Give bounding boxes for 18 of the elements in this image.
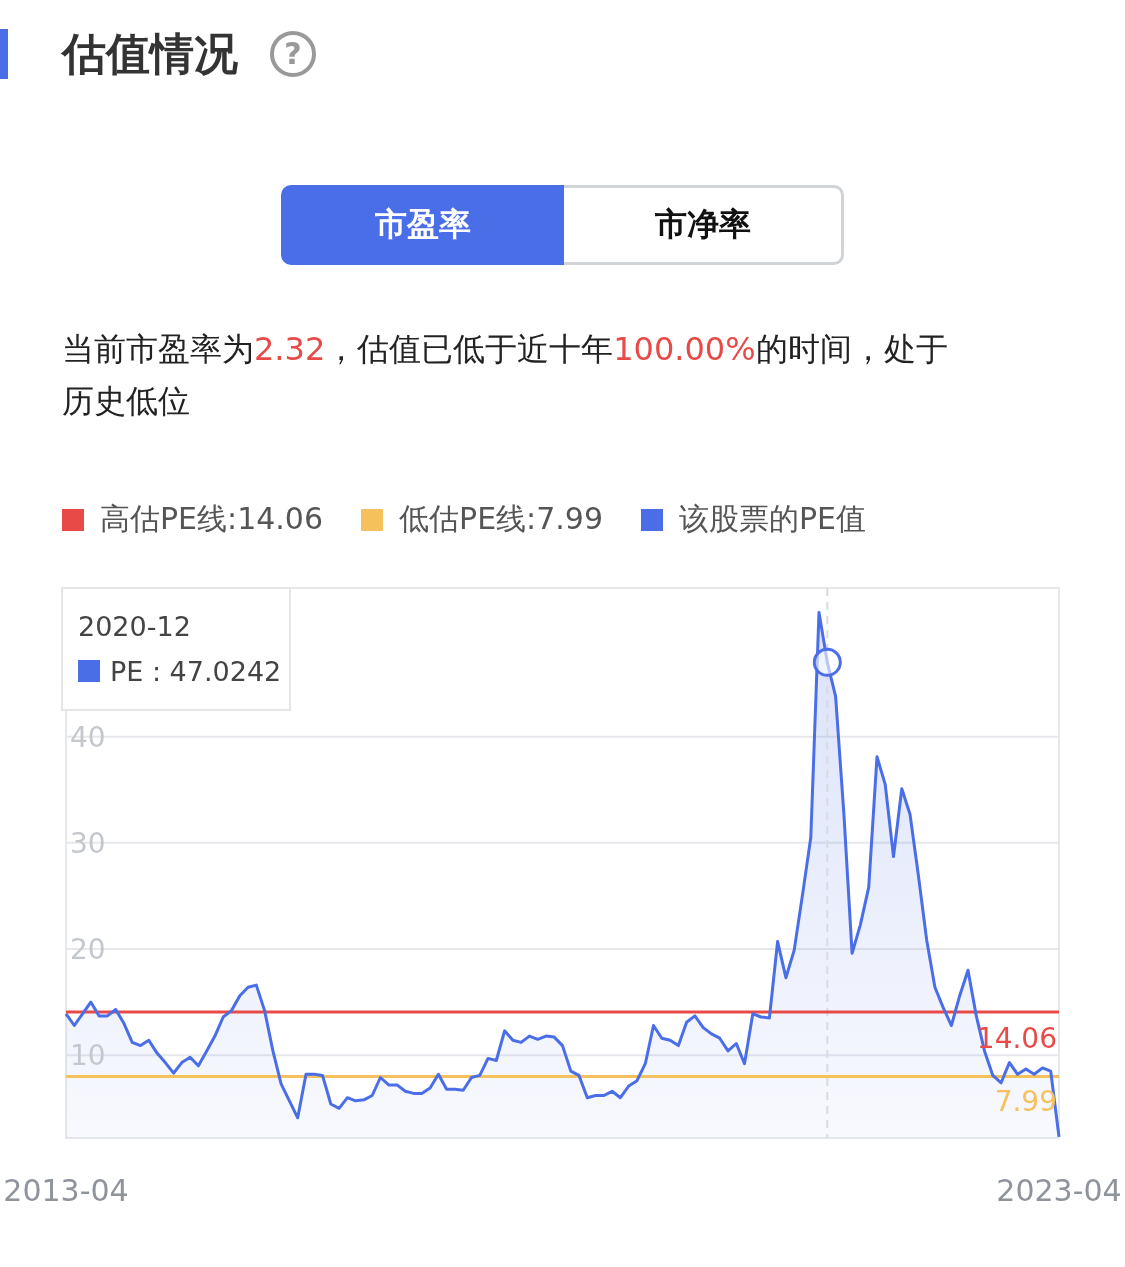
y-axis-label: 40	[70, 720, 106, 754]
legend-label: 该股票的PE值	[679, 500, 867, 538]
accent-bar	[0, 29, 8, 79]
help-button[interactable]: ?	[270, 31, 316, 77]
tab[interactable]: 市盈率	[281, 185, 564, 265]
section-title: 估值情况	[62, 26, 238, 81]
tab[interactable]: 市净率	[564, 185, 844, 265]
data-point-marker	[812, 647, 842, 677]
valuation-summary: 当前市盈率为2.32，估值已低于近十年100.00%的时间，处于历史低位	[62, 329, 949, 422]
x-axis-label: 2023-04	[996, 1173, 1122, 1208]
y-axis-label: 20	[70, 933, 106, 966]
tooltip-value: PE : 47.0242	[110, 656, 282, 687]
x-axis-label: 2013-04	[3, 1173, 129, 1208]
tooltip-date: 2020-12	[78, 611, 191, 642]
legend-label: 低估PE线:7.99	[399, 500, 603, 538]
y-axis-label: 30	[70, 826, 106, 860]
legend-label: 高估PE线:14.06	[100, 500, 324, 538]
series-swatch	[78, 660, 100, 682]
